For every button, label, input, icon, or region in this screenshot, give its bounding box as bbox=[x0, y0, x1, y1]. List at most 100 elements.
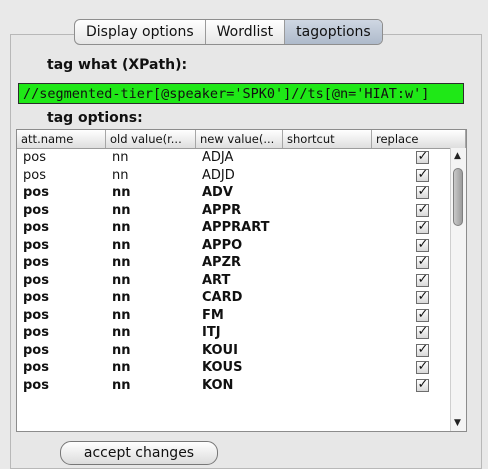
att-name-cell: pos bbox=[23, 377, 49, 393]
replace-checkbox[interactable] bbox=[415, 149, 429, 165]
shortcut-cell[interactable] bbox=[283, 167, 372, 185]
new-value-cell: KOUI bbox=[202, 342, 238, 358]
old-value-cell: nn bbox=[112, 255, 131, 270]
tag-options-table: att.name old value(r... new value(... sh… bbox=[16, 129, 467, 432]
shortcut-cell[interactable] bbox=[283, 272, 372, 290]
shortcut-cell[interactable] bbox=[283, 219, 372, 237]
old-value-cell: nn bbox=[112, 325, 131, 340]
table-body: pos nn ADJA pos nn ADJD pos nn ADV pos n… bbox=[17, 149, 466, 394]
table-row[interactable]: pos nn CARD bbox=[17, 289, 466, 307]
scroll-up-icon[interactable]: ▲ bbox=[454, 151, 461, 161]
shortcut-cell[interactable] bbox=[283, 184, 372, 202]
table-row[interactable]: pos nn KOUS bbox=[17, 359, 466, 377]
replace-checkbox[interactable] bbox=[415, 272, 429, 288]
tag-options-label: tag options: bbox=[47, 110, 143, 126]
table-header: att.name old value(r... new value(... sh… bbox=[17, 130, 466, 149]
shortcut-cell[interactable] bbox=[283, 307, 372, 325]
vertical-scrollbar[interactable]: ▲ ▼ bbox=[450, 148, 466, 431]
replace-checkbox[interactable] bbox=[415, 324, 429, 340]
scroll-down-icon[interactable]: ▼ bbox=[454, 418, 461, 428]
scrollbar-thumb[interactable] bbox=[453, 168, 463, 226]
table-row[interactable]: pos nn ADJD bbox=[17, 167, 466, 185]
table-row[interactable]: pos nn APPRART bbox=[17, 219, 466, 237]
new-value-cell: KOUS bbox=[202, 360, 243, 375]
att-name-cell: pos bbox=[23, 290, 49, 305]
old-value-cell: nn bbox=[112, 342, 131, 358]
new-value-cell: KON bbox=[202, 377, 234, 393]
old-value-cell: nn bbox=[112, 202, 131, 218]
shortcut-cell[interactable] bbox=[283, 237, 372, 255]
new-value-cell: APPR bbox=[202, 202, 242, 218]
replace-checkbox[interactable] bbox=[415, 184, 429, 200]
att-name-cell: pos bbox=[23, 325, 49, 340]
new-value-cell: ADV bbox=[202, 185, 233, 200]
table-row[interactable]: pos nn FM bbox=[17, 307, 466, 325]
table-row[interactable]: pos nn ADJA bbox=[17, 149, 466, 167]
tab-tagoptions[interactable]: tagoptions bbox=[285, 20, 382, 44]
column-replace[interactable]: replace bbox=[372, 130, 466, 148]
shortcut-cell[interactable] bbox=[283, 377, 372, 395]
att-name-cell: pos bbox=[23, 255, 49, 270]
new-value-cell: ADJD bbox=[202, 167, 235, 183]
replace-checkbox[interactable] bbox=[415, 254, 429, 270]
table-row[interactable]: pos nn ART bbox=[17, 272, 466, 290]
table-row[interactable]: pos nn APPR bbox=[17, 202, 466, 220]
table-row[interactable]: pos nn KOUI bbox=[17, 342, 466, 360]
old-value-cell: nn bbox=[112, 377, 131, 393]
old-value-cell: nn bbox=[112, 290, 131, 305]
replace-checkbox[interactable] bbox=[415, 342, 429, 358]
replace-checkbox[interactable] bbox=[415, 307, 429, 323]
old-value-cell: nn bbox=[112, 272, 131, 288]
att-name-cell: pos bbox=[23, 202, 49, 218]
new-value-cell: ART bbox=[202, 272, 231, 288]
shortcut-cell[interactable] bbox=[283, 342, 372, 360]
new-value-cell: APPO bbox=[202, 237, 243, 253]
att-name-cell: pos bbox=[23, 167, 46, 183]
shortcut-cell[interactable] bbox=[283, 149, 372, 167]
att-name-cell: pos bbox=[23, 150, 46, 165]
column-att-name[interactable]: att.name bbox=[17, 130, 106, 148]
table-row[interactable]: pos nn APPO bbox=[17, 237, 466, 255]
old-value-cell: nn bbox=[112, 360, 131, 375]
column-shortcut[interactable]: shortcut bbox=[283, 130, 372, 148]
att-name-cell: pos bbox=[23, 360, 49, 375]
att-name-cell: pos bbox=[23, 342, 49, 358]
new-value-cell: APZR bbox=[202, 255, 242, 270]
xpath-input[interactable]: //segmented-tier[@speaker='SPK0']//ts[@n… bbox=[18, 83, 464, 104]
column-old-value[interactable]: old value(r... bbox=[106, 130, 196, 148]
att-name-cell: pos bbox=[23, 307, 49, 323]
replace-checkbox[interactable] bbox=[415, 377, 429, 393]
shortcut-cell[interactable] bbox=[283, 359, 372, 377]
shortcut-cell[interactable] bbox=[283, 289, 372, 307]
old-value-cell: nn bbox=[112, 185, 131, 200]
tab-display-options[interactable]: Display options bbox=[75, 20, 206, 44]
new-value-cell: CARD bbox=[202, 290, 243, 305]
old-value-cell: nn bbox=[112, 167, 129, 183]
tag-what-label: tag what (XPath): bbox=[47, 57, 188, 73]
tab-wordlist[interactable]: Wordlist bbox=[206, 20, 286, 44]
new-value-cell: ITJ bbox=[202, 325, 221, 340]
accept-changes-button[interactable]: accept changes bbox=[60, 441, 218, 465]
new-value-cell: APPRART bbox=[202, 220, 270, 235]
new-value-cell: FM bbox=[202, 307, 224, 323]
table-row[interactable]: pos nn APZR bbox=[17, 254, 466, 272]
old-value-cell: nn bbox=[112, 150, 129, 165]
shortcut-cell[interactable] bbox=[283, 202, 372, 220]
replace-checkbox[interactable] bbox=[415, 237, 429, 253]
att-name-cell: pos bbox=[23, 272, 49, 288]
table-row[interactable]: pos nn ADV bbox=[17, 184, 466, 202]
att-name-cell: pos bbox=[23, 185, 49, 200]
replace-checkbox[interactable] bbox=[415, 359, 429, 375]
replace-checkbox[interactable] bbox=[415, 202, 429, 218]
att-name-cell: pos bbox=[23, 237, 49, 253]
shortcut-cell[interactable] bbox=[283, 324, 372, 342]
replace-checkbox[interactable] bbox=[415, 289, 429, 305]
old-value-cell: nn bbox=[112, 237, 131, 253]
table-row[interactable]: pos nn KON bbox=[17, 377, 466, 395]
old-value-cell: nn bbox=[112, 307, 131, 323]
column-new-value[interactable]: new value(... bbox=[196, 130, 283, 148]
replace-checkbox[interactable] bbox=[415, 219, 429, 235]
shortcut-cell[interactable] bbox=[283, 254, 372, 272]
replace-checkbox[interactable] bbox=[415, 167, 429, 183]
table-row[interactable]: pos nn ITJ bbox=[17, 324, 466, 342]
